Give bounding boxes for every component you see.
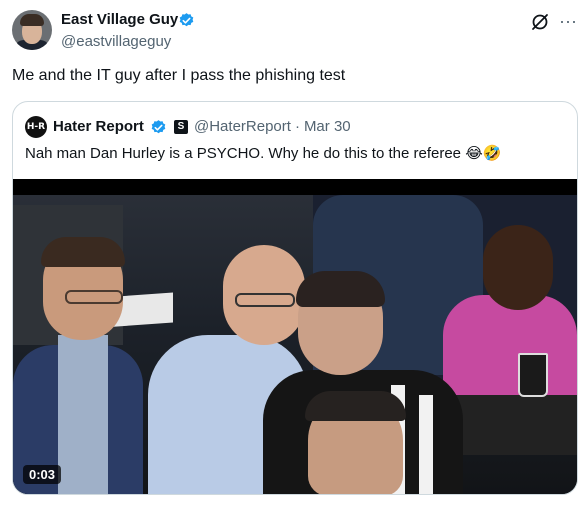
quoted-handle-line: @HaterReport · Mar 30 xyxy=(194,118,351,135)
dot-separator: · xyxy=(294,118,300,135)
quoted-tweet[interactable]: H-R Hater Report S @HaterReport · Mar 30 N… xyxy=(12,101,578,495)
video-frame xyxy=(13,195,577,494)
video-duration: 0:03 xyxy=(23,465,62,484)
verified-badge-icon xyxy=(179,13,194,27)
scene-pink-shirt xyxy=(443,295,577,395)
scene-man-hair xyxy=(41,237,125,267)
grok-icon[interactable] xyxy=(530,12,550,32)
quoted-text: Nah man Dan Hurley is a PSYCHO. Why he d… xyxy=(25,145,502,162)
author-handle[interactable]: @eastvillageguy xyxy=(61,33,171,50)
affiliate-badge-icon: S xyxy=(174,120,188,134)
scene-fg-hair xyxy=(305,391,406,421)
tweet-card[interactable]: East Village Guy @eastvillageguy ··· Me … xyxy=(0,0,588,507)
quoted-author-name[interactable]: Hater Report xyxy=(53,118,144,135)
quoted-author-avatar[interactable]: H-R xyxy=(25,116,47,138)
scene-referee-stripe-2 xyxy=(419,395,433,494)
scene-man-shirt xyxy=(58,335,108,494)
scene-man-glasses xyxy=(65,290,123,304)
tweet-text: Me and the IT guy after I pass the phish… xyxy=(12,67,346,84)
scene-coach-glasses xyxy=(235,293,295,307)
video-player[interactable]: 0:03 xyxy=(13,179,577,494)
scene-referee-hair xyxy=(296,271,385,307)
author-avatar[interactable] xyxy=(12,10,52,50)
quoted-author-handle[interactable]: @HaterReport xyxy=(194,118,291,135)
more-options-icon[interactable]: ··· xyxy=(557,10,579,32)
scene-cup xyxy=(518,353,548,397)
quoted-date[interactable]: Mar 30 xyxy=(304,118,351,135)
avatar-hair xyxy=(20,14,44,26)
author-name[interactable]: East Village Guy xyxy=(61,11,178,28)
scene-pink-head xyxy=(483,225,553,310)
verified-badge-icon xyxy=(151,120,166,134)
